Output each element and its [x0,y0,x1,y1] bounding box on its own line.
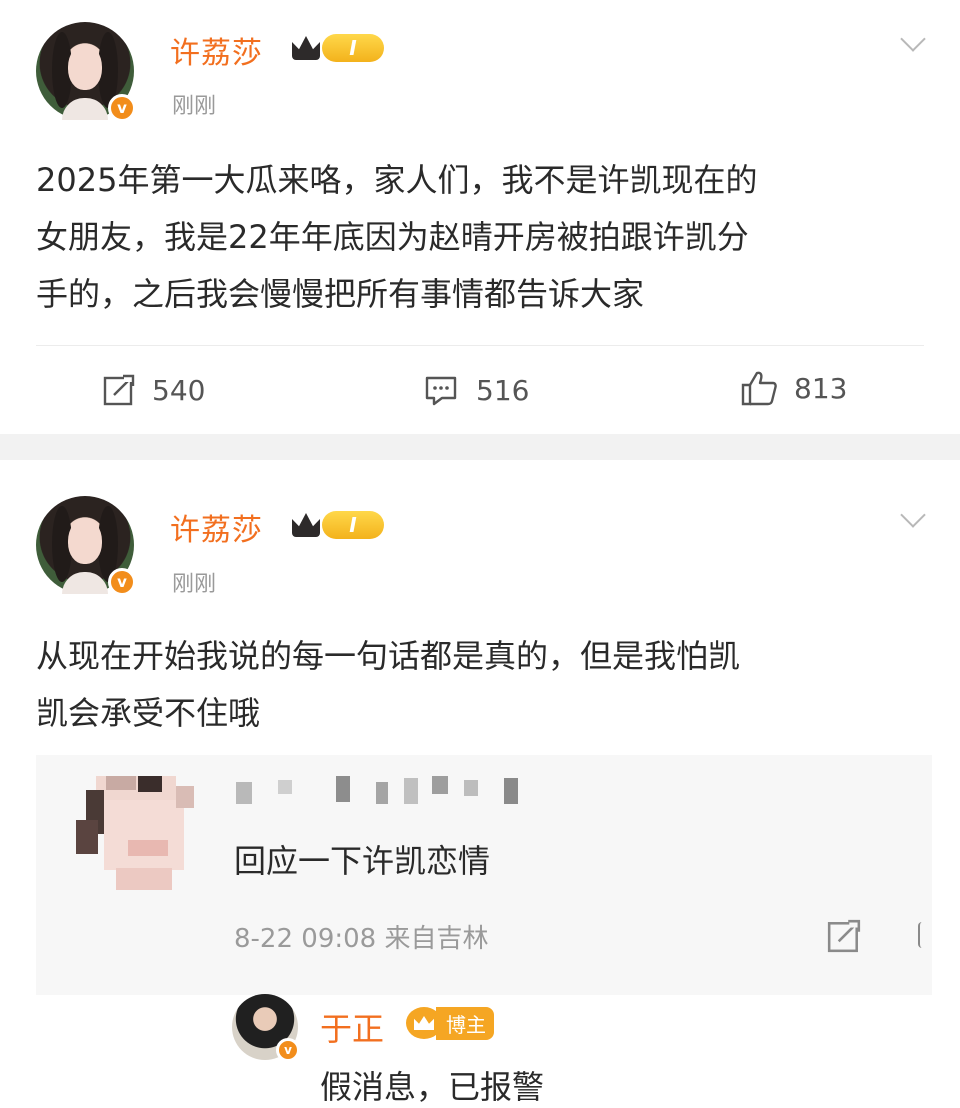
comment-count: 516 [476,373,530,407]
reply-avatar[interactable]: v [232,994,300,1062]
like-button[interactable]: 813 [740,366,847,410]
like-icon [741,371,777,406]
post-time: 刚刚 [172,572,217,597]
commenter-avatar[interactable] [76,776,194,894]
post-text-line: 2025年第一大瓜来咯，家人们，我不是许凯现在的 [36,161,758,199]
verified-icon: v [108,568,136,596]
avatar[interactable]: v [36,496,136,596]
chevron-down-icon[interactable] [900,26,926,52]
repost-count: 540 [152,373,206,407]
post-time: 刚刚 [172,94,217,119]
commenter-name-blurred [236,776,536,806]
repost-button[interactable]: 540 [102,368,205,412]
crown-icon [406,1007,442,1039]
post-text-line: 凯会承受不住哦 [36,694,261,732]
post-text: 从现在开始我说的每一句话都是真的，但是我怕凯 凯会承受不住哦 [36,628,936,742]
avatar[interactable]: v [36,22,136,122]
verified-icon: v [108,94,136,122]
comment-icon [425,376,457,406]
post-text-line: 从现在开始我说的每一句话都是真的，但是我怕凯 [36,637,741,675]
blogger-badge: 博主 [406,1006,494,1040]
post-text-line: 手的，之后我会慢慢把所有事情都告诉大家 [36,275,645,313]
verified-icon: v [276,1038,300,1062]
comment-meta: 8-22 09:08 来自吉林 [234,924,489,954]
chevron-down-icon[interactable] [900,502,926,528]
level-badge: I [322,34,384,62]
username[interactable]: 许荔莎 [170,28,263,72]
divider [36,345,924,346]
repost-icon[interactable] [826,918,862,954]
comment-text: 回应一下许凯恋情 [234,842,491,880]
section-gap [0,434,960,460]
crown-icon [292,36,320,60]
post-text: 2025年第一大瓜来咯，家人们，我不是许凯现在的 女朋友，我是22年年底因为赵晴… [36,152,936,323]
post-text-line: 女朋友，我是22年年底因为赵晴开房被拍跟许凯分 [36,218,749,256]
reply-username[interactable]: 于正 [320,1004,384,1050]
comment-icon[interactable] [918,922,924,948]
username[interactable]: 许荔莎 [170,505,263,549]
crown-icon [292,513,320,537]
like-count: 813 [794,371,848,405]
level-badge: I [322,511,384,539]
repost-icon [103,374,136,406]
reply-text: 假消息，已报警 [320,1068,545,1106]
comment-button[interactable]: 516 [424,368,529,412]
